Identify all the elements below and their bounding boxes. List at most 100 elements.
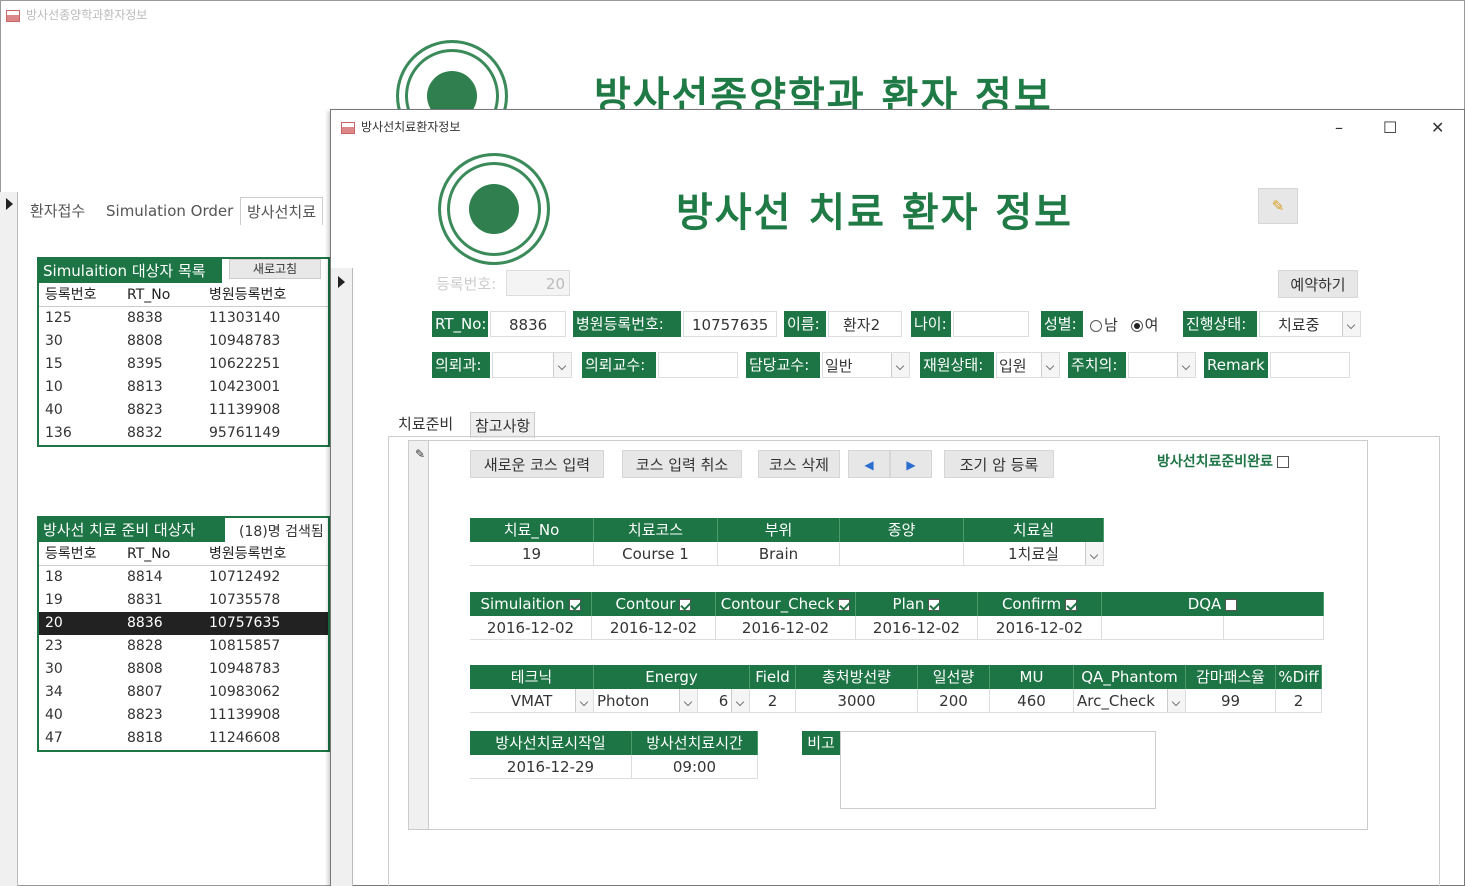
treatment-room-select[interactable]: 1치료실 xyxy=(964,542,1104,566)
table-row[interactable]: 20 8836 10757635 xyxy=(39,612,328,635)
column-header: 치료실 xyxy=(964,518,1104,542)
main-record-selector[interactable] xyxy=(331,268,353,886)
table-cell[interactable]: 09:00 xyxy=(632,755,758,779)
table-cell: 30 xyxy=(45,661,63,677)
table-row[interactable]: 30 8808 10948783 xyxy=(39,658,328,681)
charge-prof-select[interactable]: 일반 xyxy=(822,352,910,378)
table-cell[interactable]: 2 xyxy=(750,689,796,713)
table-cell[interactable]: Course 1 xyxy=(594,542,718,566)
table-cell[interactable]: 2016-12-02 xyxy=(592,616,716,640)
table-row[interactable]: 40 8823 11139908 xyxy=(39,704,328,727)
tab-simulation-order[interactable]: Simulation Order xyxy=(100,197,239,225)
energy-type-select[interactable]: Photon xyxy=(594,689,698,713)
chevron-down-icon[interactable] xyxy=(1177,353,1195,377)
technique-select[interactable]: VMAT xyxy=(470,689,594,713)
table-cell[interactable]: Brain xyxy=(718,542,840,566)
chevron-down-icon[interactable] xyxy=(891,353,909,377)
tab-treatment-prep[interactable]: 치료준비 xyxy=(396,413,456,437)
prev-record-button[interactable]: ◀ xyxy=(848,450,890,478)
chevron-down-icon[interactable] xyxy=(553,353,571,377)
table-cell[interactable]: 2016-12-02 xyxy=(716,616,856,640)
table-cell[interactable] xyxy=(1224,616,1324,640)
rt-no-field[interactable]: 8836 xyxy=(490,311,566,337)
table-cell[interactable] xyxy=(1102,616,1224,640)
early-cancer-button[interactable]: 조기 암 등록 xyxy=(944,450,1054,478)
table-row[interactable]: 34 8807 10983062 xyxy=(39,681,328,704)
tab-radiation-therapy[interactable]: 방사선치료 xyxy=(240,197,324,225)
table-row[interactable]: 10 8813 10423001 xyxy=(39,376,328,399)
chevron-down-icon[interactable] xyxy=(731,689,749,712)
reg-no-field[interactable]: 20 xyxy=(506,270,570,296)
next-record-button[interactable]: ▶ xyxy=(890,450,932,478)
table-cell[interactable]: 3000 xyxy=(796,689,918,713)
ref-prof-field[interactable] xyxy=(658,352,738,378)
inpatient-select[interactable]: 입원 xyxy=(996,352,1060,378)
table-cell[interactable] xyxy=(840,542,964,566)
table-cell[interactable]: 2 xyxy=(1276,689,1322,713)
step-checkbox[interactable] xyxy=(1225,598,1238,611)
note-field[interactable] xyxy=(840,731,1156,809)
pencil-icon: ✎ xyxy=(415,447,426,461)
chevron-down-icon[interactable] xyxy=(575,689,593,712)
step-checkbox[interactable] xyxy=(928,598,941,611)
panel-record-selector[interactable]: ✎ xyxy=(409,441,429,829)
step-checkbox[interactable] xyxy=(1065,598,1078,611)
simulation-list-header: 등록번호 RT_No 병원등록번호 xyxy=(39,283,328,307)
qa-phantom-select[interactable]: Arc_Check xyxy=(1074,689,1186,713)
doctor-select[interactable] xyxy=(1128,352,1196,378)
column-header-label: 테크닉 xyxy=(510,668,553,686)
tab-reception[interactable]: 환자접수 xyxy=(24,197,91,225)
delete-course-button[interactable]: 코스 삭제 xyxy=(758,450,840,478)
table-cell-value: 2016-12-29 xyxy=(506,758,595,776)
edit-icon[interactable]: ✎ xyxy=(1258,188,1298,224)
table-row[interactable]: 19 8831 10735578 xyxy=(39,589,328,612)
table-cell[interactable]: 99 xyxy=(1186,689,1276,713)
close-button[interactable]: ✕ xyxy=(1431,118,1444,137)
table-cell[interactable]: 200 xyxy=(918,689,990,713)
table-cell[interactable]: 2016-12-29 xyxy=(470,755,632,779)
table-row[interactable]: 30 8808 10948783 xyxy=(39,330,328,353)
cancel-course-button[interactable]: 코스 입력 취소 xyxy=(622,450,742,478)
sex-female-radio[interactable] xyxy=(1130,319,1143,332)
age-field[interactable] xyxy=(953,311,1029,337)
step-checkbox[interactable] xyxy=(679,598,692,611)
column-header-label: Contour xyxy=(615,595,676,613)
energy-value-select[interactable]: 6 xyxy=(698,689,750,713)
step-checkbox[interactable] xyxy=(568,598,581,611)
minimize-button[interactable]: – xyxy=(1335,118,1343,137)
table-cell[interactable]: 2016-12-02 xyxy=(856,616,978,640)
column-header: 방사선치료시간 xyxy=(632,731,758,755)
tab-notes[interactable]: 참고사항 xyxy=(470,412,536,438)
prep-done-checkbox[interactable]: 방사선치료준비완료 xyxy=(1157,451,1289,471)
remark-field[interactable] xyxy=(1270,352,1350,378)
table-cell[interactable]: 2016-12-02 xyxy=(978,616,1102,640)
chevron-down-icon[interactable] xyxy=(1167,689,1185,712)
reserve-button[interactable]: 예약하기 xyxy=(1278,270,1358,298)
table-cell-value: Arc_Check xyxy=(1077,692,1155,710)
chevron-down-icon[interactable] xyxy=(679,689,697,712)
chevron-down-icon[interactable] xyxy=(1085,542,1103,565)
chevron-down-icon[interactable] xyxy=(1342,312,1360,336)
new-course-button[interactable]: 새로운 코스 입력 xyxy=(470,450,604,478)
dept-select[interactable] xyxy=(492,352,572,378)
table-row[interactable]: 23 8828 10815857 xyxy=(39,635,328,658)
table-row[interactable]: 47 8818 11246608 xyxy=(39,727,328,750)
prep-done-check[interactable] xyxy=(1276,456,1289,468)
table-cell[interactable]: 460 xyxy=(990,689,1074,713)
status-select[interactable]: 치료중 xyxy=(1259,311,1361,337)
step-checkbox[interactable] xyxy=(838,598,851,611)
table-cell[interactable]: 19 xyxy=(470,542,594,566)
table-row[interactable]: 15 8395 10622251 xyxy=(39,353,328,376)
table-row[interactable]: 18 8814 10712492 xyxy=(39,566,328,589)
name-field[interactable]: 환자2 xyxy=(828,311,902,337)
sex-male-radio[interactable] xyxy=(1090,319,1102,332)
refresh-button[interactable]: 새로고침 xyxy=(229,259,321,279)
chevron-down-icon[interactable] xyxy=(1041,353,1059,377)
table-row[interactable]: 136 8832 95761149 xyxy=(39,422,328,445)
maximize-button[interactable]: ☐ xyxy=(1383,118,1397,137)
table-cell[interactable]: 2016-12-02 xyxy=(470,616,592,640)
record-selector-bar[interactable] xyxy=(0,192,18,886)
table-row[interactable]: 40 8823 11139908 xyxy=(39,399,328,422)
table-row[interactable]: 125 8838 11303140 xyxy=(39,307,328,330)
hosp-no-field[interactable]: 10757635 xyxy=(683,311,777,337)
